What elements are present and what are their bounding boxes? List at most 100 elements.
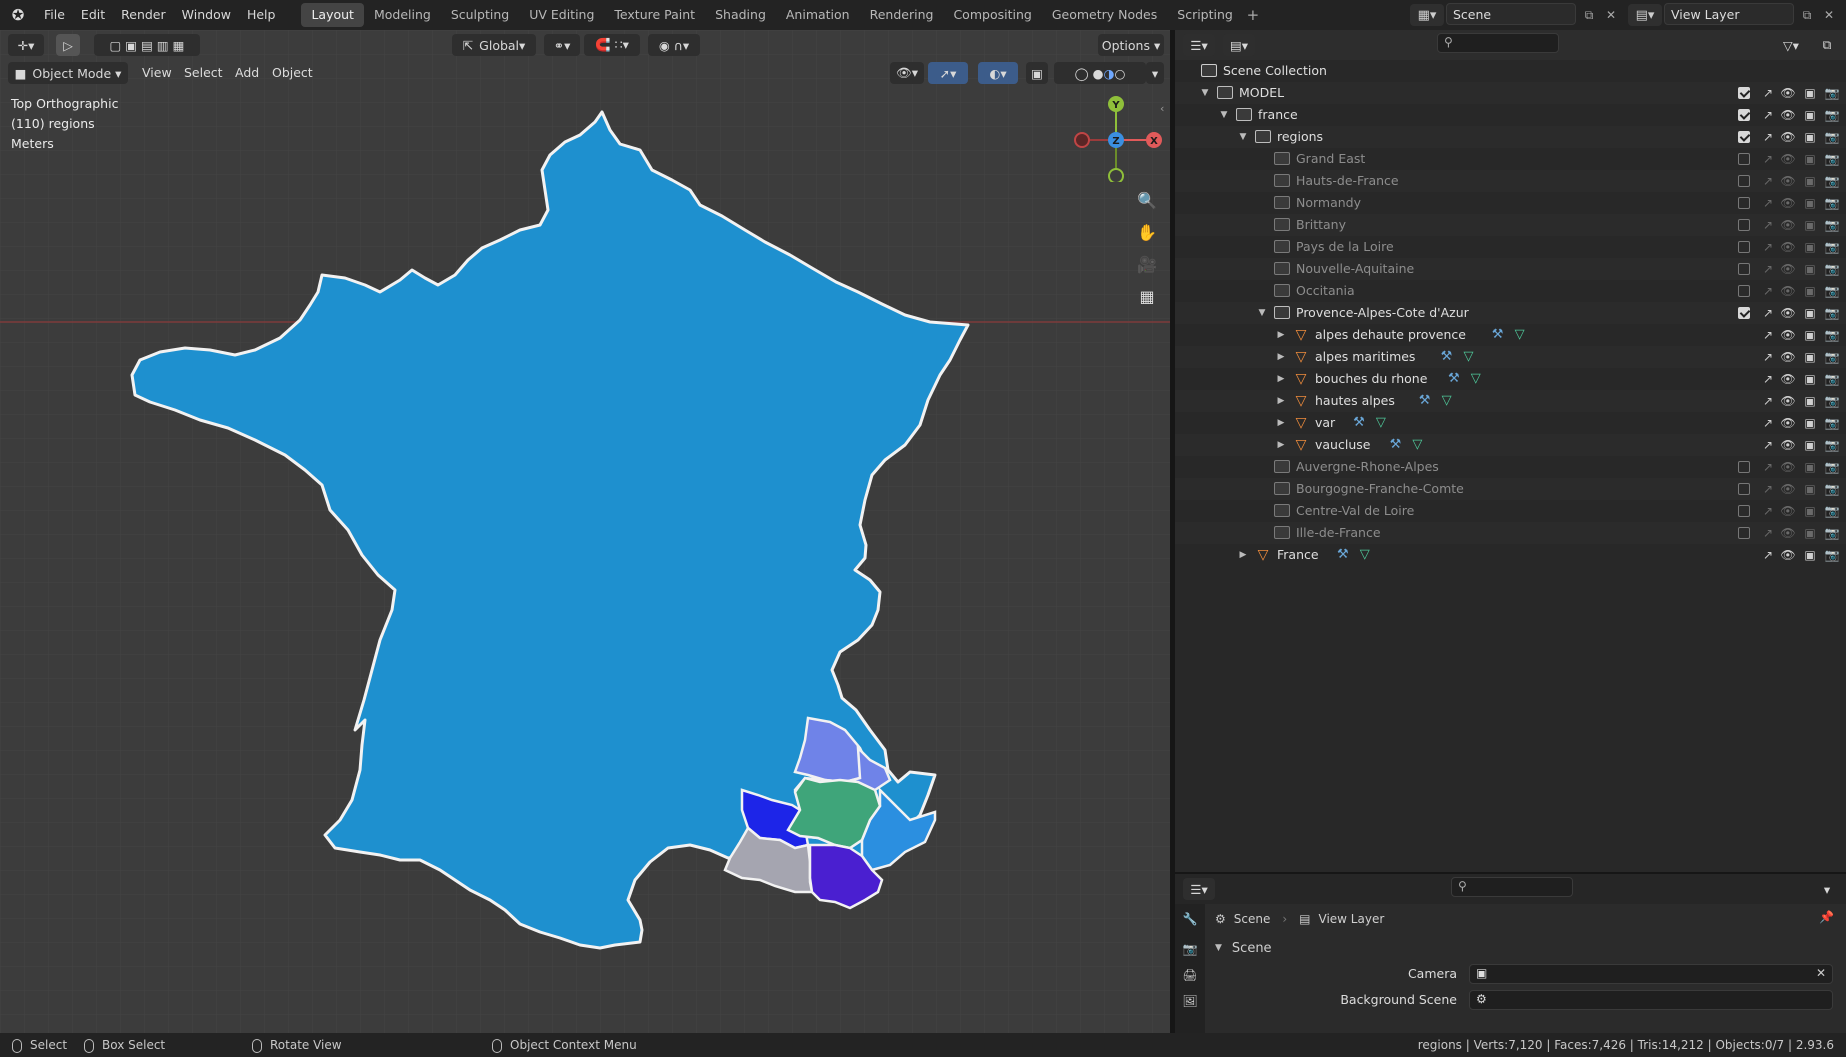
visibility-eye-icon[interactable]: 👁: [1779, 480, 1797, 498]
exclude-checkbox[interactable]: [1738, 461, 1750, 473]
outliner-row-grand-east[interactable]: Grand East ↗ 👁 ▣ 📷: [1175, 148, 1846, 170]
camera-field[interactable]: ▣ ✕: [1469, 964, 1833, 984]
viewport-display-icon[interactable]: ▣: [1801, 392, 1819, 410]
scene-browse-icon[interactable]: ▦▾: [1410, 4, 1444, 26]
output-tab-icon[interactable]: 🖨: [1181, 966, 1199, 984]
visibility-eye-icon[interactable]: 👁: [1779, 194, 1797, 212]
menu-edit[interactable]: Edit: [73, 0, 113, 30]
outliner-row-regions[interactable]: ▼ regions ↗ 👁 ▣ 📷: [1175, 126, 1846, 148]
visibility-eye-icon[interactable]: 👁: [1779, 326, 1797, 344]
render-camera-icon[interactable]: 📷: [1823, 502, 1841, 520]
selectable-arrow-icon[interactable]: ↗: [1759, 326, 1777, 344]
menu-render[interactable]: Render: [113, 0, 174, 30]
new-view-layer-icon[interactable]: ⧉: [1796, 4, 1818, 26]
render-tab-icon[interactable]: 📷: [1181, 940, 1199, 958]
exclude-checkbox[interactable]: [1738, 263, 1750, 275]
selectable-arrow-icon[interactable]: ↗: [1759, 392, 1777, 410]
viewport-display-icon[interactable]: ▣: [1801, 238, 1819, 256]
eyedropper-icon[interactable]: ✕: [1816, 966, 1826, 980]
outliner-row-france[interactable]: ▶ ▽ France ⚒ ▽ ↗ 👁 ▣ 📷: [1175, 544, 1846, 566]
view-layer-tab-icon[interactable]: 🖼: [1181, 992, 1199, 1010]
mesh-data-icon[interactable]: ▽: [1439, 393, 1455, 409]
viewport-display-icon[interactable]: ▣: [1801, 260, 1819, 278]
camera-view-icon[interactable]: 🎥: [1132, 249, 1162, 279]
mesh-data-icon[interactable]: ▽: [1409, 437, 1425, 453]
visibility-eye-icon[interactable]: 👁: [1779, 216, 1797, 234]
new-collection-icon[interactable]: ⧉: [1815, 34, 1839, 56]
scene-collection-row[interactable]: Scene Collection: [1175, 60, 1846, 82]
outliner-row-alpes-dehaute-provence[interactable]: ▶ ▽ alpes dehaute provence ⚒ ▽ ↗ 👁 ▣ 📷: [1175, 324, 1846, 346]
viewport-display-icon[interactable]: ▣: [1801, 216, 1819, 234]
render-camera-icon[interactable]: 📷: [1823, 546, 1841, 564]
snapping-icon[interactable]: 🧲 ∷▾: [584, 34, 640, 56]
selectable-arrow-icon[interactable]: ↗: [1759, 370, 1777, 388]
exclude-checkbox[interactable]: [1738, 175, 1750, 187]
expand-arrow-right-icon[interactable]: ▶: [1275, 412, 1287, 434]
tab-texture-paint[interactable]: Texture Paint: [604, 3, 705, 27]
tab-animation[interactable]: Animation: [776, 3, 860, 27]
viewport-display-icon[interactable]: ▣: [1801, 414, 1819, 432]
render-camera-icon[interactable]: 📷: [1823, 480, 1841, 498]
tab-sculpting[interactable]: Sculpting: [441, 3, 519, 27]
viewport-display-icon[interactable]: ▣: [1801, 194, 1819, 212]
selectable-arrow-icon[interactable]: ↗: [1759, 414, 1777, 432]
outliner-row-auvergne-rhone-alpes[interactable]: Auvergne-Rhone-Alpes ↗ 👁 ▣ 📷: [1175, 456, 1846, 478]
viewport-display-icon[interactable]: ▣: [1801, 150, 1819, 168]
filter-icon[interactable]: ▽▾: [1775, 34, 1807, 56]
visibility-eye-icon[interactable]: 👁: [1779, 546, 1797, 564]
transform-orientation-dropdown[interactable]: ⇱ Global ▾: [452, 34, 536, 56]
scene-panel-header[interactable]: ▼ Scene: [1215, 936, 1835, 960]
viewport-display-icon[interactable]: ▣: [1801, 282, 1819, 300]
exclude-checkbox[interactable]: [1738, 505, 1750, 517]
delete-scene-icon[interactable]: ✕: [1600, 4, 1622, 26]
xray-toggle-icon[interactable]: ▣: [1026, 62, 1048, 84]
visibility-eye-icon[interactable]: 👁: [1779, 524, 1797, 542]
selectable-arrow-icon[interactable]: ↗: [1759, 304, 1777, 322]
outliner-row-alpes-maritimes[interactable]: ▶ ▽ alpes maritimes ⚒ ▽ ↗ 👁 ▣ 📷: [1175, 346, 1846, 368]
visibility-eye-icon[interactable]: 👁: [1779, 128, 1797, 146]
visibility-eye-icon[interactable]: 👁: [1779, 392, 1797, 410]
exclude-checkbox[interactable]: [1738, 131, 1750, 143]
gizmo-neg-y-axis[interactable]: [1108, 168, 1124, 182]
expand-arrow-right-icon[interactable]: ▶: [1275, 434, 1287, 456]
properties-options-icon[interactable]: ▾: [1815, 878, 1839, 900]
viewport-display-icon[interactable]: ▣: [1801, 304, 1819, 322]
properties-search-input[interactable]: ⚲: [1451, 877, 1573, 897]
zoom-icon[interactable]: 🔍: [1132, 185, 1162, 215]
visibility-eye-icon[interactable]: 👁: [1779, 150, 1797, 168]
ortho-grid-icon[interactable]: ▦: [1132, 281, 1162, 311]
expand-arrow-right-icon[interactable]: ▶: [1237, 544, 1249, 566]
tab-rendering[interactable]: Rendering: [860, 3, 944, 27]
menu-file[interactable]: File: [36, 0, 73, 30]
tab-layout[interactable]: Layout: [301, 3, 364, 27]
render-camera-icon[interactable]: 📷: [1823, 370, 1841, 388]
selectable-arrow-icon[interactable]: ↗: [1759, 84, 1777, 102]
outliner-row-model[interactable]: ▼ MODEL ↗ 👁 ▣ 📷: [1175, 82, 1846, 104]
display-mode-icon[interactable]: ▤▾: [1223, 34, 1255, 56]
expand-arrow-down-icon[interactable]: ▼: [1199, 82, 1211, 104]
selectable-arrow-icon[interactable]: ↗: [1759, 480, 1777, 498]
scene-name-field[interactable]: Scene: [1446, 3, 1576, 25]
expand-arrow-right-icon[interactable]: ▶: [1275, 346, 1287, 368]
viewport-display-icon[interactable]: ▣: [1801, 480, 1819, 498]
mesh-data-icon[interactable]: ▽: [1357, 547, 1373, 563]
render-camera-icon[interactable]: 📷: [1823, 326, 1841, 344]
expand-arrow-down-icon[interactable]: ▼: [1218, 104, 1230, 126]
visibility-eye-icon[interactable]: 👁: [1779, 458, 1797, 476]
selectable-arrow-icon[interactable]: ↗: [1759, 458, 1777, 476]
viewport-display-icon[interactable]: ▣: [1801, 348, 1819, 366]
pivot-point-icon[interactable]: ⚭▾: [544, 34, 580, 56]
render-camera-icon[interactable]: 📷: [1823, 150, 1841, 168]
render-camera-icon[interactable]: 📷: [1823, 238, 1841, 256]
outliner-row-nouvelle-aquitaine[interactable]: Nouvelle-Aquitaine ↗ 👁 ▣ 📷: [1175, 258, 1846, 280]
mesh-data-icon[interactable]: ▽: [1461, 349, 1477, 365]
tab-scripting[interactable]: Scripting: [1167, 3, 1243, 27]
viewport-display-icon[interactable]: ▣: [1801, 436, 1819, 454]
selectable-arrow-icon[interactable]: ↗: [1759, 282, 1777, 300]
pin-icon[interactable]: 📌: [1819, 910, 1834, 924]
outliner-row-pays-de-la-loire[interactable]: Pays de la Loire ↗ 👁 ▣ 📷: [1175, 236, 1846, 258]
selectable-arrow-icon[interactable]: ↗: [1759, 502, 1777, 520]
selectable-arrow-icon[interactable]: ↗: [1759, 260, 1777, 278]
gizmo-toggle-icon[interactable]: ➚▾: [928, 62, 968, 84]
delete-view-layer-icon[interactable]: ✕: [1818, 4, 1840, 26]
